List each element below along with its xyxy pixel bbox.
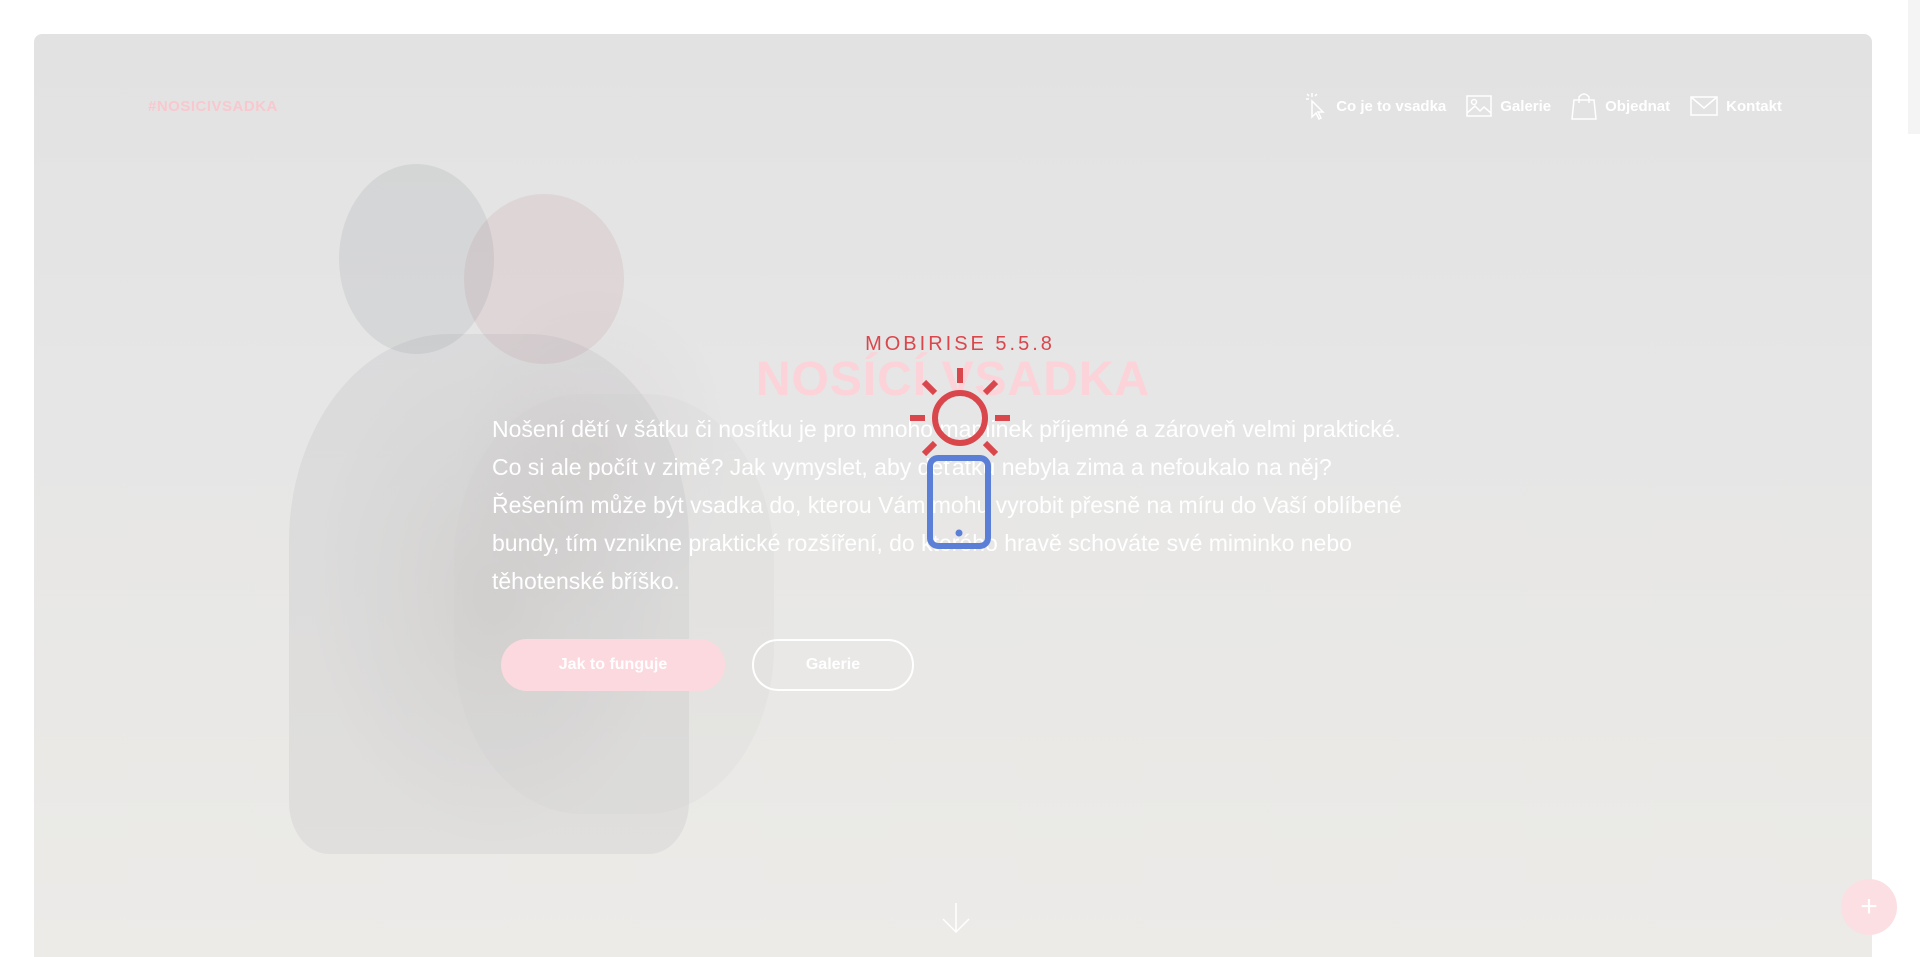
scroll-down-arrow-icon[interactable] xyxy=(939,901,973,940)
how-it-works-button[interactable]: Jak to funguje xyxy=(501,639,725,691)
image-icon xyxy=(1466,95,1493,117)
site-logo[interactable]: #NOSICIVSADKA xyxy=(148,98,278,115)
nav-item-label: Galerie xyxy=(1500,97,1552,115)
nav-item-objednat[interactable]: Objednat xyxy=(1571,92,1670,120)
envelope-icon xyxy=(1690,96,1718,116)
plus-icon: + xyxy=(1860,890,1878,923)
nav-item-kontakt[interactable]: Kontakt xyxy=(1690,96,1782,116)
nav-item-label: Co je to vsadka xyxy=(1336,97,1447,115)
nav-item-label: Objednat xyxy=(1605,97,1671,115)
nav-item-galerie[interactable]: Galerie xyxy=(1466,95,1551,117)
scrollbar[interactable] xyxy=(1908,0,1920,134)
main-nav: Co je to vsadka Galerie Objednat Kontakt xyxy=(1304,92,1782,120)
background-figure-hat xyxy=(339,164,494,354)
add-block-button[interactable]: + xyxy=(1841,879,1897,935)
gallery-button[interactable]: Galerie xyxy=(752,639,914,691)
sun-phone-icon xyxy=(905,363,1015,558)
nav-item-label: Kontakt xyxy=(1726,97,1782,115)
shopping-bag-icon xyxy=(1571,92,1597,120)
cursor-click-icon xyxy=(1304,92,1328,120)
mobirise-badge-label: MOBIRISE 5.5.8 xyxy=(865,333,1055,355)
nav-item-co-je-to-vsadka[interactable]: Co je to vsadka xyxy=(1304,92,1446,120)
